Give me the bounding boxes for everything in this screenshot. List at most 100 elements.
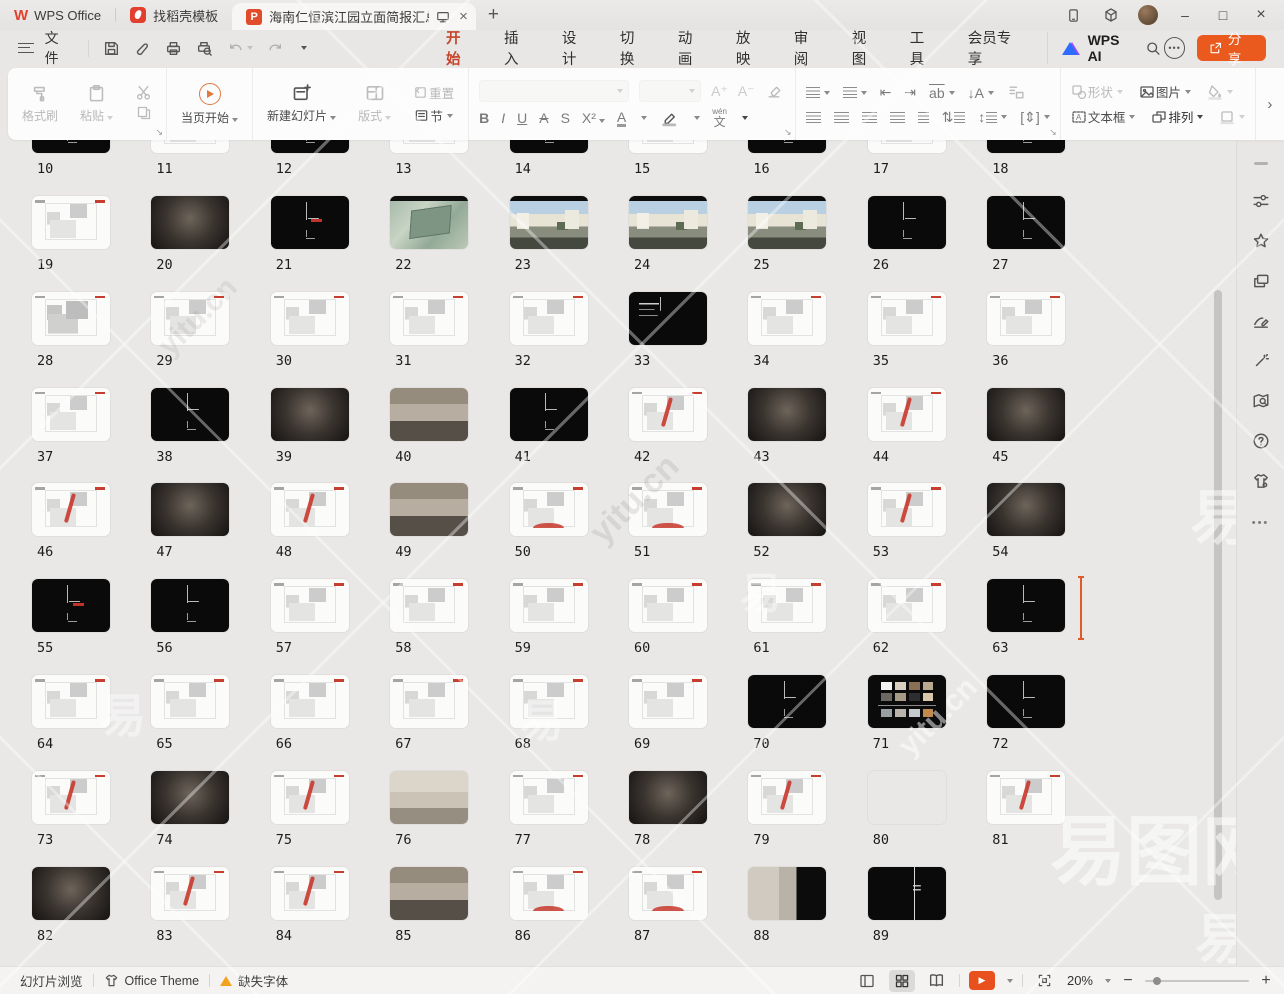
slide-thumbnail-21[interactable]	[271, 196, 349, 249]
slide-thumbnail-11[interactable]	[151, 140, 229, 153]
slide-thumbnail-16[interactable]	[748, 140, 826, 153]
slide-thumbnail-25[interactable]	[748, 196, 826, 249]
slide-thumbnail-76[interactable]	[390, 771, 468, 824]
slide-thumbnail-41[interactable]	[510, 388, 588, 441]
menu-tab-设计[interactable]: 设计	[549, 21, 603, 75]
slide-thumbnail-83[interactable]	[151, 867, 229, 920]
slide-thumbnail-30[interactable]	[271, 292, 349, 345]
strikethrough-button[interactable]: S	[561, 110, 570, 126]
slide-thumbnail-87[interactable]	[629, 867, 707, 920]
slide-thumbnail-89[interactable]	[868, 867, 946, 920]
align-center-button[interactable]	[834, 112, 849, 123]
slide-thumbnail-10[interactable]	[32, 140, 110, 153]
print-icon[interactable]	[165, 40, 182, 57]
slide-thumbnail-58[interactable]	[390, 579, 468, 632]
font-dialog-launcher[interactable]: ↘	[784, 127, 792, 138]
slide-thumbnail-44[interactable]	[868, 388, 946, 441]
slide-thumbnail-29[interactable]	[151, 292, 229, 345]
bullet-list-button[interactable]	[806, 87, 830, 98]
slide-thumbnail-33[interactable]	[629, 292, 707, 345]
play-options-caret[interactable]	[1007, 979, 1013, 983]
increase-vspace-button[interactable]: ⇅	[942, 109, 966, 126]
slide-sorter-area[interactable]: 1011121314151617181920212223242526272829…	[0, 140, 1236, 966]
slide-thumbnail-80[interactable]	[868, 771, 946, 824]
slide-thumbnail-67[interactable]	[390, 675, 468, 728]
slide-thumbnail-32[interactable]	[510, 292, 588, 345]
slide-thumbnail-54[interactable]	[987, 483, 1065, 536]
align-left-button[interactable]	[806, 112, 821, 123]
slide-thumbnail-39[interactable]	[271, 388, 349, 441]
reading-view-button[interactable]	[924, 970, 950, 992]
menu-tab-会员专享[interactable]: 会员专享	[955, 21, 1037, 75]
slide-thumbnail-61[interactable]	[748, 579, 826, 632]
theme-skin-icon[interactable]	[1244, 461, 1278, 501]
slide-thumbnail-71[interactable]	[868, 675, 946, 728]
slide-thumbnail-57[interactable]	[271, 579, 349, 632]
phonetic-guide-button[interactable]: wén文	[712, 108, 727, 128]
slide-thumbnail-72[interactable]	[987, 675, 1065, 728]
slide-thumbnail-82[interactable]	[32, 867, 110, 920]
slide-thumbnail-56[interactable]	[151, 579, 229, 632]
slide-thumbnail-81[interactable]	[987, 771, 1065, 824]
window-minimize-button[interactable]: –	[1168, 1, 1202, 29]
new-slide-button[interactable]: 新建幻灯片	[263, 83, 340, 124]
bold-button[interactable]: B	[479, 110, 489, 126]
vertical-scrollbar[interactable]	[1214, 140, 1222, 966]
align-justify-button[interactable]	[890, 112, 905, 123]
slide-thumbnail-60[interactable]	[629, 579, 707, 632]
arrange-button[interactable]: 排列	[1151, 107, 1203, 126]
slide-thumbnail-88[interactable]	[748, 867, 826, 920]
tab-wps-home[interactable]: W WPS Office	[0, 0, 115, 30]
slide-thumbnail-26[interactable]	[868, 196, 946, 249]
menu-tab-审阅[interactable]: 审阅	[781, 21, 835, 75]
highlight-color-button[interactable]	[659, 108, 679, 128]
slide-thumbnail-38[interactable]	[151, 388, 229, 441]
slide-thumbnail-59[interactable]	[510, 579, 588, 632]
menu-tab-开始[interactable]: 开始	[433, 21, 487, 75]
slide-thumbnail-84[interactable]	[271, 867, 349, 920]
slide-thumbnail-12[interactable]	[271, 140, 349, 153]
slide-sorter-view-button[interactable]	[889, 970, 915, 992]
menu-tab-放映[interactable]: 放映	[723, 21, 777, 75]
slide-thumbnail-49[interactable]	[390, 483, 468, 536]
slide-thumbnail-68[interactable]	[510, 675, 588, 728]
slide-library-icon[interactable]	[1244, 261, 1278, 301]
wps-ai-zone[interactable]: WPS AI	[1047, 32, 1162, 64]
slide-thumbnail-15[interactable]	[629, 140, 707, 153]
slide-thumbnail-22[interactable]	[390, 196, 468, 249]
normal-view-button[interactable]	[854, 970, 880, 992]
text-direction-button[interactable]: ↓A	[968, 85, 994, 101]
slide-thumbnail-42[interactable]	[629, 388, 707, 441]
slide-thumbnail-43[interactable]	[748, 388, 826, 441]
decrease-indent-button[interactable]: ⇤	[880, 84, 892, 101]
mobile-device-icon[interactable]	[1056, 1, 1090, 29]
align-right-button[interactable]	[862, 112, 877, 123]
slide-thumbnail-18[interactable]	[987, 140, 1065, 153]
zoom-in-button[interactable]: +	[1258, 972, 1274, 990]
window-close-button[interactable]: ×	[1244, 1, 1278, 29]
slide-thumbnail-66[interactable]	[271, 675, 349, 728]
print-preview-icon[interactable]	[196, 40, 213, 57]
slide-thumbnail-70[interactable]	[748, 675, 826, 728]
slide-thumbnail-13[interactable]	[390, 140, 468, 153]
slide-thumbnail-47[interactable]	[151, 483, 229, 536]
app-center-icon[interactable]	[1094, 1, 1128, 29]
vertical-scrollbar-thumb[interactable]	[1214, 290, 1222, 900]
slide-thumbnail-37[interactable]	[32, 388, 110, 441]
italic-button[interactable]: I	[501, 110, 505, 126]
slide-thumbnail-46[interactable]	[32, 483, 110, 536]
textbox-button[interactable]: A 文本框	[1071, 107, 1136, 126]
save-icon[interactable]	[103, 40, 120, 57]
slide-thumbnail-74[interactable]	[151, 771, 229, 824]
zoom-out-button[interactable]: −	[1120, 972, 1136, 990]
zoom-options-caret[interactable]	[1105, 979, 1111, 983]
slide-thumbnail-45[interactable]	[987, 388, 1065, 441]
export-pdf-icon[interactable]	[134, 40, 151, 57]
numbered-list-button[interactable]	[843, 87, 867, 98]
slide-thumbnail-23[interactable]	[510, 196, 588, 249]
menu-tab-视图[interactable]: 视图	[839, 21, 893, 75]
zoom-percent-label[interactable]: 20%	[1067, 973, 1093, 988]
slide-thumbnail-27[interactable]	[987, 196, 1065, 249]
signature-icon[interactable]	[1244, 301, 1278, 341]
slide-thumbnail-31[interactable]	[390, 292, 468, 345]
